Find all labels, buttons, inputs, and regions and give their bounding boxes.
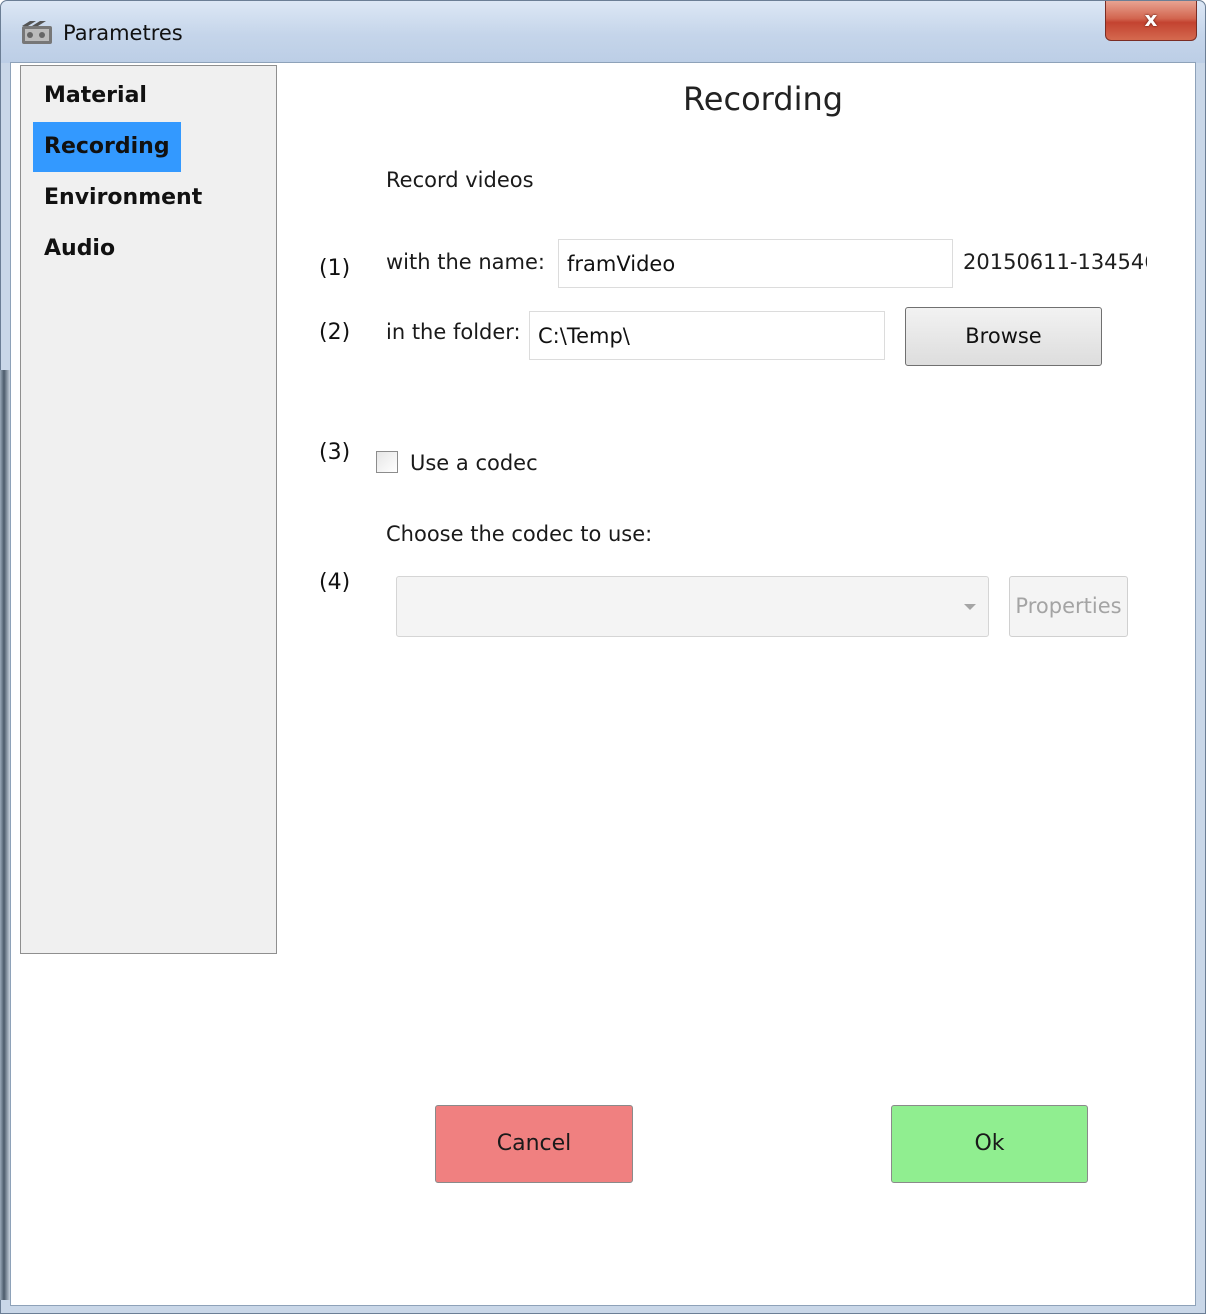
title-bar[interactable]: Parametres x — [1, 1, 1205, 63]
sidebar-item-material[interactable]: Material — [33, 71, 158, 121]
window-edge — [0, 370, 10, 1300]
choose-codec-label: Choose the codec to use: — [386, 522, 653, 546]
folder-path-value: C:\Temp\ — [538, 323, 630, 348]
codec-select[interactable] — [396, 576, 989, 637]
step-marker-4: (4) — [319, 570, 351, 595]
video-name-input[interactable]: framVideo — [558, 239, 953, 288]
record-videos-label: Record videos — [386, 168, 534, 192]
close-icon: x — [1144, 7, 1158, 31]
step-marker-3: (3) — [319, 440, 351, 465]
video-name-value: framVideo — [567, 251, 676, 276]
name-label: with the name: — [386, 250, 545, 274]
codec-properties-button[interactable]: Properties — [1009, 576, 1128, 637]
sidebar-item-environment[interactable]: Environment — [33, 173, 213, 223]
ok-button[interactable]: Ok — [891, 1105, 1088, 1183]
step-marker-2: (2) — [319, 320, 351, 345]
browse-button[interactable]: Browse — [905, 307, 1102, 366]
cancel-button[interactable]: Cancel — [435, 1105, 633, 1183]
sidebar-item-recording[interactable]: Recording — [33, 122, 181, 172]
timestamp-suffix: 20150611-134546 — [963, 250, 1147, 274]
step-marker-1: (1) — [319, 256, 351, 281]
settings-sidebar: Material Recording Environment Audio — [20, 65, 277, 954]
use-codec-label[interactable]: Use a codec — [410, 451, 538, 475]
sidebar-item-audio[interactable]: Audio — [33, 224, 126, 274]
dropdown-arrow-icon — [964, 604, 976, 610]
folder-label: in the folder: — [386, 320, 521, 344]
close-button[interactable]: x — [1105, 1, 1197, 41]
use-codec-checkbox[interactable] — [376, 451, 398, 473]
app-icon — [22, 21, 52, 44]
folder-path-input[interactable]: C:\Temp\ — [529, 311, 885, 360]
page-title: Recording — [683, 80, 844, 118]
window-title: Parametres — [63, 21, 183, 45]
